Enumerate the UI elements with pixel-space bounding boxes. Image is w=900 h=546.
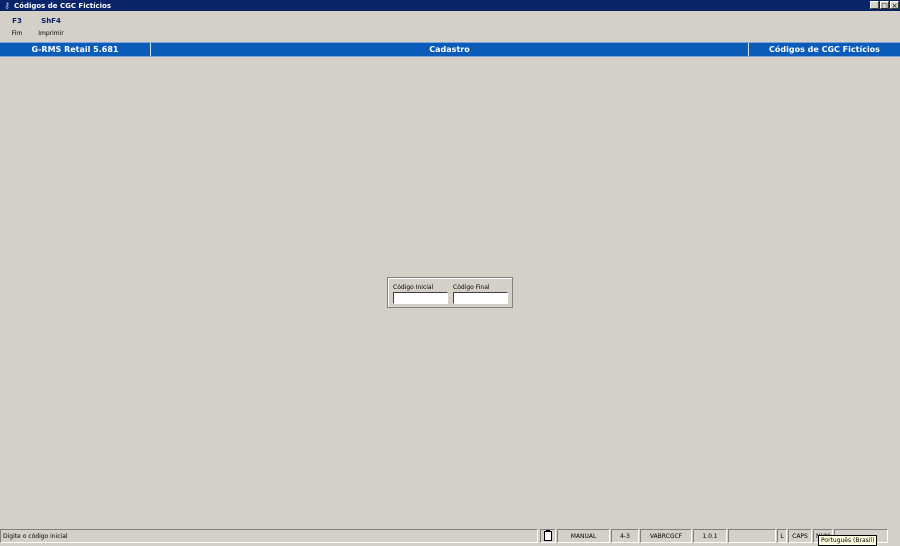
- key-icon: ⚷: [4, 0, 10, 10]
- function-key-toolbar: F3 Fim ShF4 Imprimir: [0, 12, 900, 42]
- imprimir-button[interactable]: ShF4 Imprimir: [36, 17, 66, 37]
- status-bar: Digite o código inicial MANUAL 4-3 VABRC…: [0, 529, 900, 543]
- fim-label: Fim: [11, 30, 23, 37]
- clipboard-icon[interactable]: [540, 529, 556, 543]
- imprimir-key: ShF4: [41, 17, 61, 25]
- minimize-button[interactable]: _: [870, 1, 879, 10]
- imprimir-label: Imprimir: [38, 30, 64, 37]
- caps-indicator: CAPS: [788, 529, 812, 543]
- mode-indicator: MANUAL: [557, 529, 610, 543]
- l-indicator: L: [777, 529, 787, 543]
- title-bar: ⚷ Códigos de CGC Fictícios _ □ ×: [0, 0, 900, 11]
- language-tooltip: Português (Brasil): [818, 535, 878, 546]
- header-band: G-RMS Retail 5.681 Cadastro Códigos de C…: [0, 42, 900, 57]
- code-range-panel: Código Inicial Código Final: [387, 277, 513, 308]
- window-title: Códigos de CGC Fictícios: [14, 1, 112, 10]
- release-number: 1.0.1: [693, 529, 727, 543]
- fim-button[interactable]: F3 Fim: [8, 17, 26, 37]
- blank-panel: [728, 529, 776, 543]
- final-code-input[interactable]: [453, 292, 508, 304]
- program-name: VABRCGCF: [640, 529, 692, 543]
- fim-key: F3: [12, 17, 22, 25]
- product-name: G-RMS Retail 5.681: [31, 45, 119, 54]
- initial-code-label: Código Inicial: [393, 284, 434, 291]
- module-name: Cadastro: [429, 45, 470, 54]
- initial-code-input[interactable]: [393, 292, 448, 304]
- status-message: Digite o código inicial: [0, 529, 538, 543]
- final-code-label: Código Final: [453, 284, 490, 291]
- maximize-button[interactable]: □: [880, 1, 889, 10]
- screen-name: Códigos de CGC Fictícios: [769, 45, 880, 54]
- close-button[interactable]: ×: [890, 1, 899, 10]
- version-code: 4-3: [611, 529, 639, 543]
- window-controls: _ □ ×: [870, 1, 899, 10]
